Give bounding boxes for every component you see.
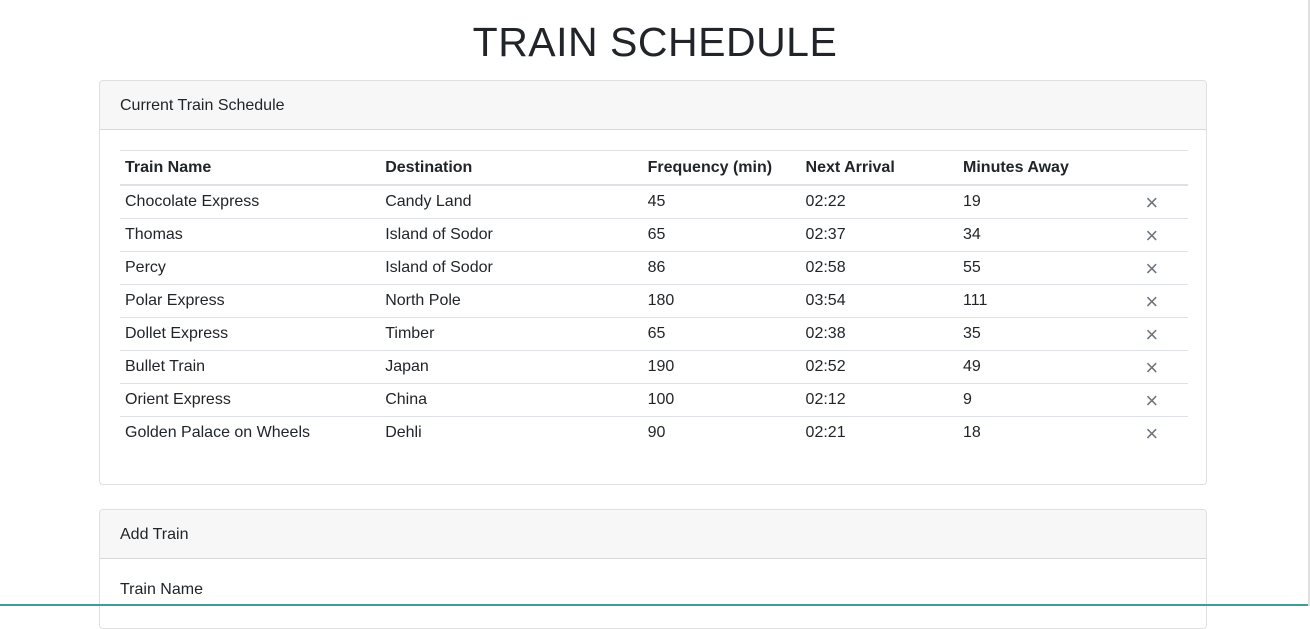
cell-minutes-away: 34 [958, 218, 1137, 252]
column-header-next-arrival: Next Arrival [800, 150, 959, 186]
cell-frequency: 90 [647, 424, 666, 441]
table-row: Percy Island of Sodor 86 02:58 55 × [120, 251, 1188, 285]
cell-next-arrival: 02:52 [800, 350, 959, 384]
cell-next-arrival: 02:38 [800, 317, 959, 351]
delete-icon[interactable]: × [1141, 357, 1158, 379]
cell-train-name: Orient Express [120, 383, 381, 417]
cell-next-arrival: 02:58 [800, 251, 959, 285]
cell-next-arrival: 03:54 [800, 284, 959, 318]
cell-train-name: Dollet Express [120, 317, 381, 351]
cell-minutes-away: 19 [958, 185, 1137, 219]
cell-next-arrival: 02:21 [805, 424, 846, 441]
cell-minutes-away: 9 [958, 383, 1137, 417]
column-header-destination: Destination [380, 150, 643, 186]
cell-frequency: 65 [642, 218, 801, 252]
cell-destination: Island of Sodor [380, 251, 643, 285]
cell-frequency: 65 [642, 317, 801, 351]
table-header-row: Train Name Destination Frequency (min) N… [120, 150, 1188, 186]
column-header-actions [1136, 150, 1188, 186]
schedule-table-body: Chocolate Express Candy Land 45 02:22 19… [120, 185, 1188, 449]
delete-icon[interactable]: × [1141, 225, 1158, 247]
column-header-train-name: Train Name [120, 150, 381, 186]
add-train-card: Add Train Train Name [99, 509, 1207, 629]
cell-frequency: 45 [642, 185, 801, 219]
column-header-frequency: Frequency (min) [642, 150, 801, 186]
delete-icon[interactable]: × [1141, 390, 1158, 412]
schedule-card-header: Current Train Schedule [100, 81, 1206, 130]
cell-destination: Candy Land [380, 185, 643, 219]
add-train-card-header: Add Train [100, 510, 1206, 559]
cell-minutes-away: 111 [958, 284, 1137, 318]
schedule-card: Current Train Schedule Train Name Destin… [99, 80, 1207, 485]
add-train-form: Train Name [100, 559, 1206, 599]
page-title: TRAIN SCHEDULE [472, 19, 838, 65]
schedule-table: Train Name Destination Frequency (min) N… [120, 150, 1188, 449]
delete-icon[interactable]: × [1141, 291, 1158, 313]
cell-train-name: Chocolate Express [120, 185, 381, 219]
delete-icon[interactable]: × [1141, 258, 1158, 280]
schedule-card-body: Train Name Destination Frequency (min) N… [100, 130, 1206, 449]
delete-icon[interactable]: × [1141, 423, 1158, 445]
cell-next-arrival: 02:12 [800, 383, 959, 417]
cell-destination: Japan [380, 350, 643, 384]
train-name-label: Train Name [120, 581, 203, 598]
table-row: Polar Express North Pole 180 03:54 111 × [120, 284, 1188, 318]
cell-minutes-away: 49 [958, 350, 1137, 384]
cell-destination: Timber [380, 317, 643, 351]
cell-frequency: 100 [642, 383, 801, 417]
cell-next-arrival: 02:37 [800, 218, 959, 252]
table-row: Orient Express China 100 02:12 9 × [120, 383, 1188, 417]
cell-train-name: Golden Palace on Wheels [125, 424, 310, 441]
cell-next-arrival: 02:22 [800, 185, 959, 219]
delete-icon[interactable]: × [1141, 324, 1158, 346]
cell-train-name: Polar Express [120, 284, 381, 318]
column-header-minutes-away: Minutes Away [958, 150, 1137, 186]
table-row: Thomas Island of Sodor 65 02:37 34 × [120, 218, 1188, 252]
table-row: Dollet Express Timber 65 02:38 35 × [120, 317, 1188, 351]
cell-destination: China [380, 383, 643, 417]
cell-destination: Island of Sodor [380, 218, 643, 252]
table-row: Golden Palace on Wheels Dehli 90 02:21 1… [120, 417, 1188, 450]
cell-destination: North Pole [380, 284, 643, 318]
cell-minutes-away: 18 [963, 424, 981, 441]
table-row: Bullet Train Japan 190 02:52 49 × [120, 350, 1188, 384]
delete-icon[interactable]: × [1141, 192, 1158, 214]
cell-train-name: Percy [120, 251, 381, 285]
cell-destination: Dehli [385, 424, 422, 441]
cell-frequency: 180 [642, 284, 801, 318]
cell-train-name: Bullet Train [120, 350, 381, 384]
cell-frequency: 86 [642, 251, 801, 285]
cell-minutes-away: 35 [958, 317, 1137, 351]
cell-train-name: Thomas [120, 218, 381, 252]
table-row: Chocolate Express Candy Land 45 02:22 19… [120, 185, 1188, 219]
cell-frequency: 190 [642, 350, 801, 384]
cell-minutes-away: 55 [958, 251, 1137, 285]
